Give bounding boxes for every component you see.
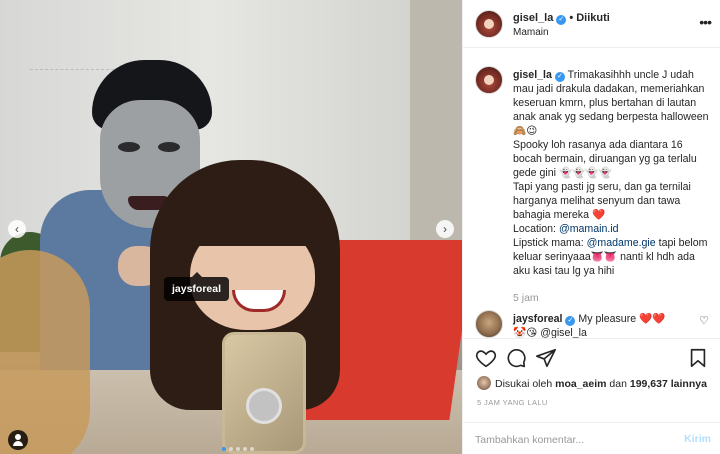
likes-summary: Disukai oleh moa_aeim dan 199,637 lainny… xyxy=(477,376,707,390)
carousel-dot xyxy=(222,447,226,451)
carousel-next-button[interactable]: › xyxy=(436,220,454,238)
bookmark-save-icon[interactable] xyxy=(687,347,709,369)
caption-emoji-4: 👅👅 xyxy=(590,251,618,263)
carousel-indicator xyxy=(222,443,257,451)
carousel-dot xyxy=(229,447,233,451)
verified-badge-icon: ✓ xyxy=(554,72,565,82)
verified-badge-icon: ✓ xyxy=(556,15,567,25)
liker-avatar[interactable] xyxy=(477,376,491,390)
author-avatar[interactable] xyxy=(475,10,503,38)
follow-status-button[interactable]: Diikuti xyxy=(576,12,610,24)
add-comment-form: Kirim xyxy=(463,422,720,454)
verified-badge-icon: ✓ xyxy=(565,316,576,326)
mention-link-mamain[interactable]: @mamain.id xyxy=(559,223,619,235)
chevron-left-icon: ‹ xyxy=(15,222,19,236)
carousel-dot xyxy=(236,447,240,451)
photo-phone-grip xyxy=(246,388,282,424)
post-side-panel: gisel_la ✓ • Diikuti Mamain ••• gisel_la ✓ T… xyxy=(462,0,720,454)
header-separator: • xyxy=(569,12,574,24)
author-username[interactable]: gisel_la xyxy=(513,12,553,24)
carousel-dot xyxy=(243,447,247,451)
post-timestamp[interactable]: 5 JAM YANG LALU xyxy=(477,398,548,407)
reply-username[interactable]: jaysforeal xyxy=(513,313,562,325)
reply-comment: jaysforeal ✓ My pleasure ❤️❤️ 🤡😘 @gisel_l… xyxy=(513,312,698,338)
user-tag-label[interactable]: jaysforeal xyxy=(164,272,230,301)
post-header: gisel_la ✓ • Diikuti Mamain ••• xyxy=(463,0,720,48)
likes-count[interactable]: 199,637 lainnya xyxy=(630,378,707,390)
comment-input[interactable] xyxy=(475,431,665,449)
likes-conj: dan xyxy=(609,378,627,390)
comment-bubble-icon[interactable] xyxy=(505,347,527,369)
reply-emoji: ❤️❤️ xyxy=(639,313,666,325)
share-send-icon[interactable] xyxy=(535,347,557,369)
post-photo[interactable]: jaysforeal ‹ › xyxy=(0,0,462,454)
post-caption: gisel_la ✓ Trimakasihhh uncle J udah mau … xyxy=(513,68,709,278)
likes-prefix: Disukai oleh xyxy=(495,378,553,390)
reply-author-avatar[interactable] xyxy=(475,310,503,338)
photo-mask-eye-right xyxy=(158,142,180,152)
photo-foreground-blur xyxy=(0,250,90,454)
post-comment-button[interactable]: Kirim xyxy=(684,433,711,445)
caption-location-label: Location: xyxy=(513,223,556,235)
caption-emoji-3: ❤️ xyxy=(591,209,606,221)
comment-like-heart-icon[interactable]: ♡ xyxy=(699,314,709,327)
chevron-right-icon: › xyxy=(443,222,447,236)
caption-lipstick-label: Lipstick mama: xyxy=(513,237,584,249)
post-location[interactable]: Mamain xyxy=(513,27,549,38)
more-options-icon[interactable]: ••• xyxy=(699,14,712,30)
author-line: gisel_la ✓ • Diikuti xyxy=(513,12,610,25)
reply-text: My pleasure xyxy=(578,313,637,325)
caption-username[interactable]: gisel_la xyxy=(513,69,552,81)
caption-emoji-1: 🙈😉 xyxy=(513,125,538,137)
mention-link-madame-gie[interactable]: @madame.gie xyxy=(587,237,656,249)
liker-username[interactable]: moa_aeim xyxy=(555,378,606,390)
caption-timestamp: 5 jam xyxy=(513,292,539,304)
like-heart-icon[interactable] xyxy=(475,347,497,369)
caption-emoji-2: 👻👻👻👻 xyxy=(558,167,612,179)
caption-author-avatar[interactable] xyxy=(475,66,503,94)
photo-mask-eye-left xyxy=(118,142,140,152)
comments-section: gisel_la ✓ Trimakasihhh uncle J udah mau … xyxy=(463,58,720,338)
reply-emoji-2: 🤡😘 xyxy=(513,327,538,338)
post-actions-bar xyxy=(463,338,720,378)
carousel-prev-button[interactable]: ‹ xyxy=(8,220,26,238)
carousel-dot xyxy=(250,447,254,451)
mention-link-gisel-la[interactable]: @gisel_la xyxy=(540,327,587,338)
tagged-users-icon[interactable] xyxy=(8,430,28,450)
